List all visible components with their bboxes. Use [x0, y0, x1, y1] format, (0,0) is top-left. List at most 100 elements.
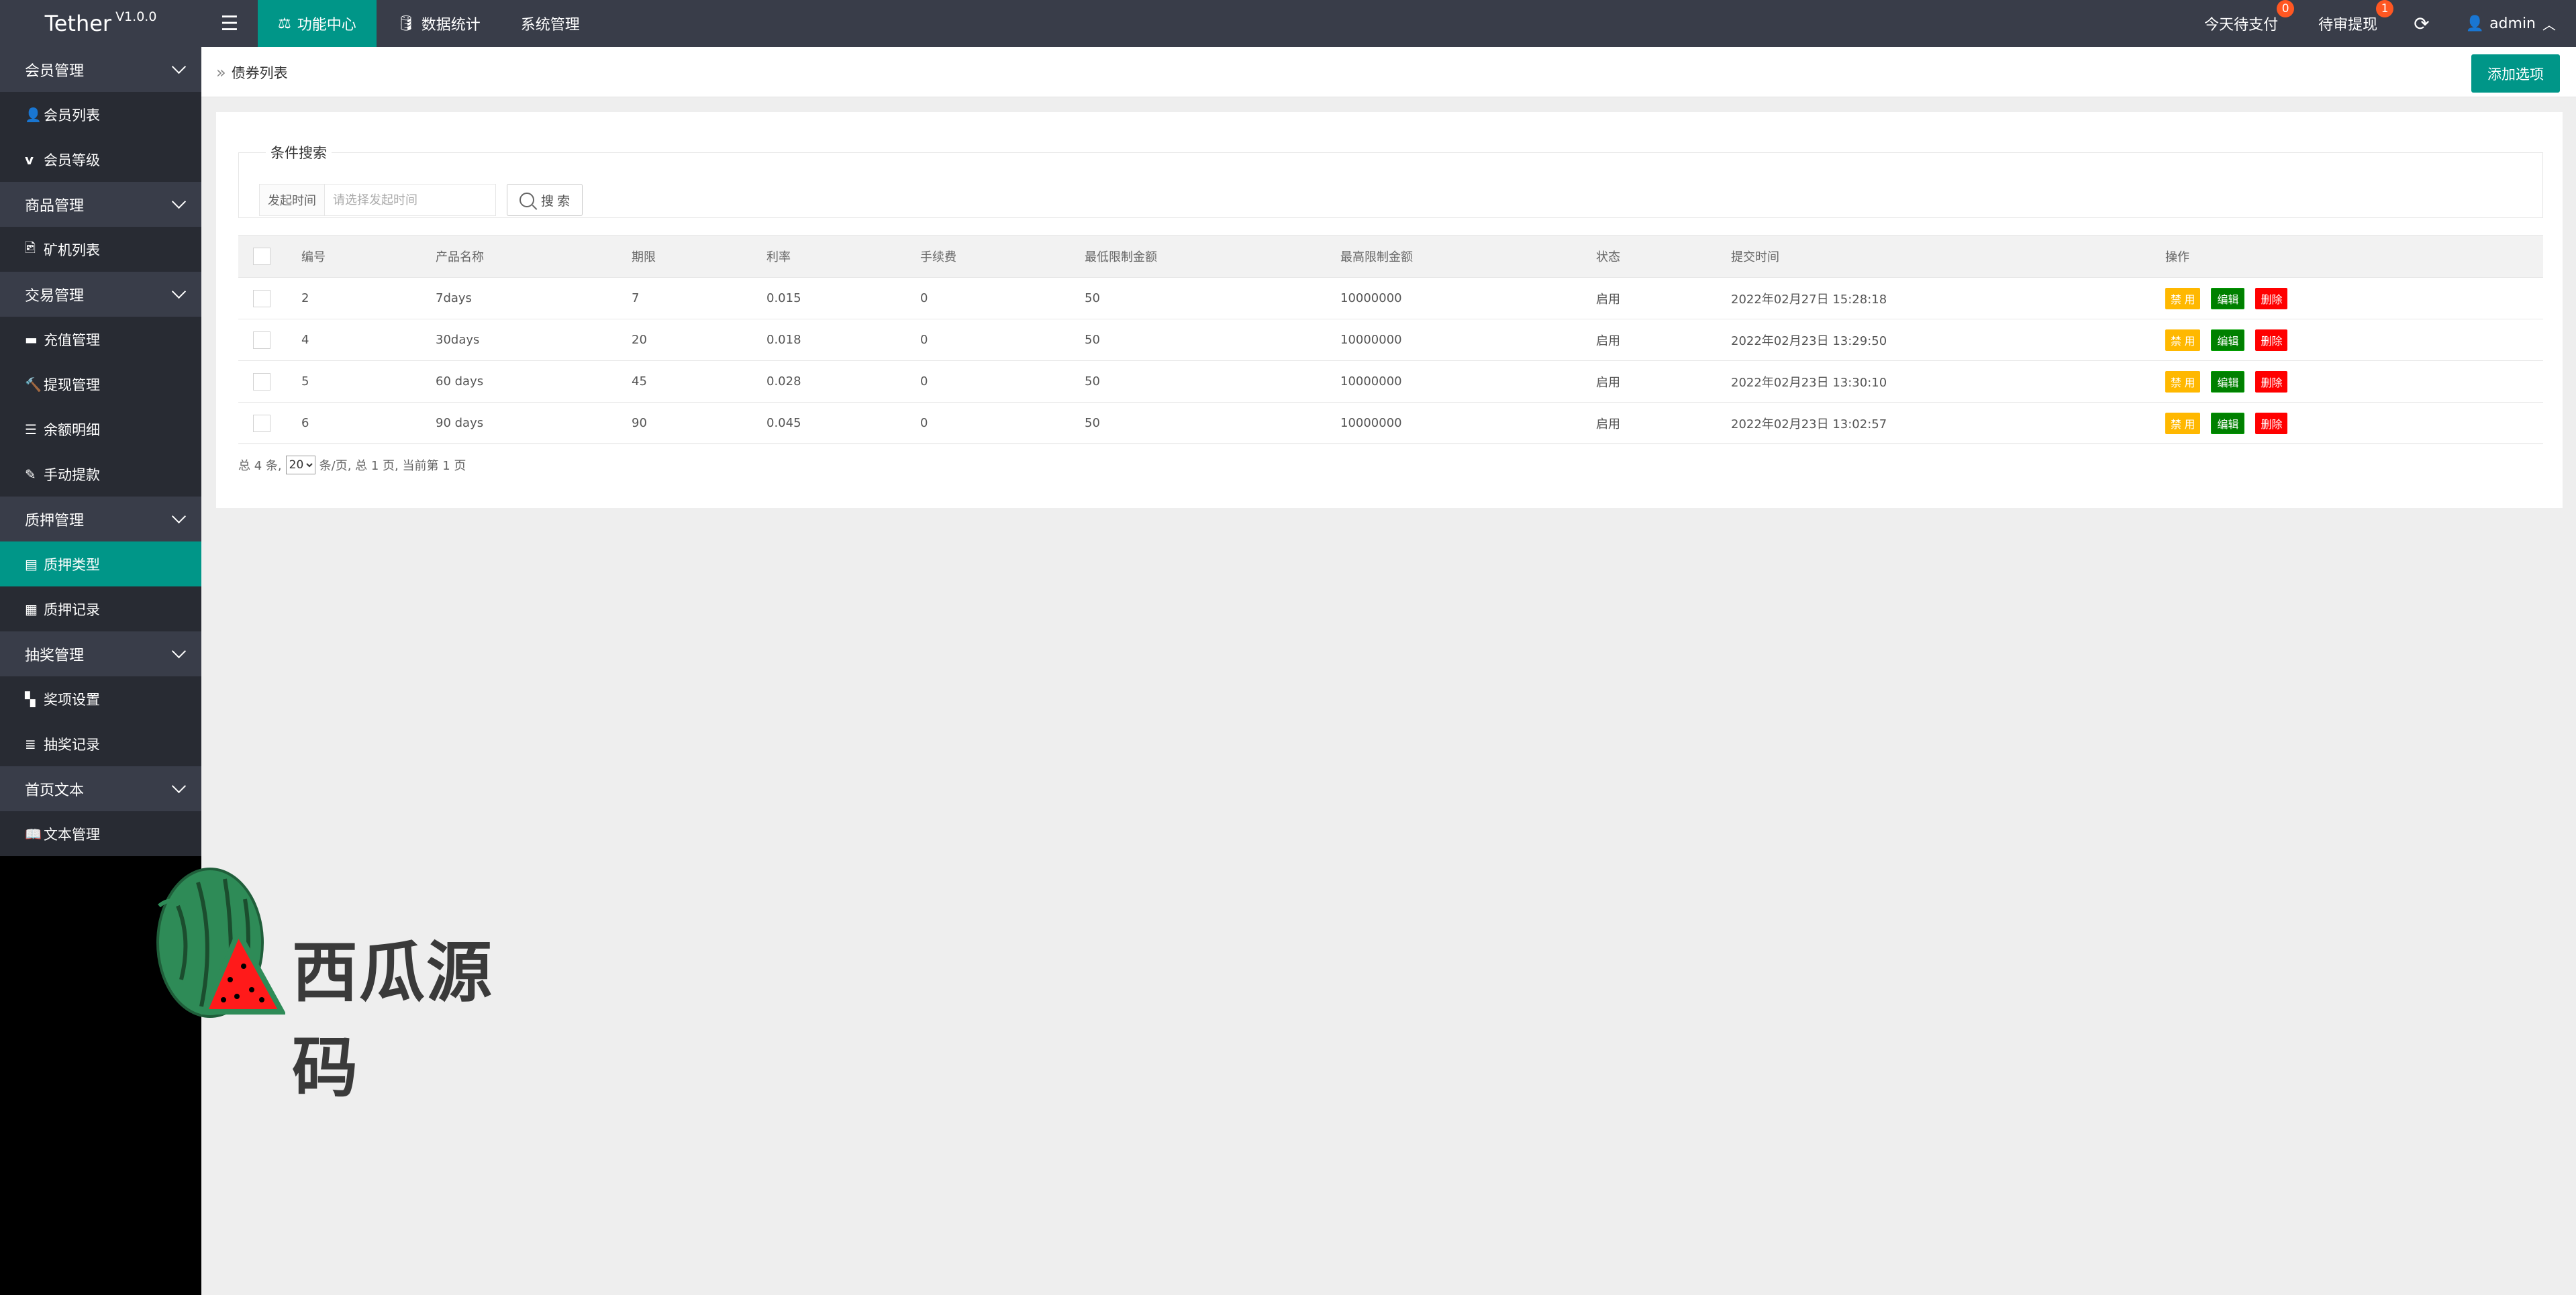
sidebar-item-balance-detail[interactable]: ☰ 余额明细	[0, 407, 201, 452]
cell-id: 5	[301, 360, 436, 403]
add-option-button[interactable]: 添加选项	[2471, 54, 2560, 93]
today-pay-label: 今天待支付	[2204, 17, 2279, 34]
sidebar-item-text-management[interactable]: 📖 文本管理	[0, 811, 201, 856]
cell-rate: 0.045	[766, 402, 920, 444]
edit-button[interactable]: 编辑	[2211, 287, 2245, 309]
start-time-input[interactable]	[325, 184, 496, 216]
col-min-amount: 最低限制金额	[1085, 235, 1340, 278]
book-icon: 📖	[25, 825, 42, 842]
delete-button[interactable]: 删除	[2255, 329, 2288, 351]
database-icon: 🛢	[396, 15, 415, 32]
user-menu[interactable]: 👤 admin ︿	[2446, 0, 2576, 47]
image-edit-icon: 🖻	[25, 239, 36, 256]
delete-button[interactable]: 删除	[2255, 412, 2288, 434]
row-checkbox[interactable]	[253, 372, 270, 391]
today-pending-pay-link[interactable]: 今天待支付 0	[2184, 0, 2298, 47]
row-checkbox[interactable]	[253, 289, 270, 307]
gavel-icon: 🔨	[25, 376, 42, 393]
sidebar-item-lottery-record[interactable]: ≣ 抽奖记录	[0, 721, 201, 766]
app-name: Tether	[44, 11, 112, 36]
cell-fee: 0	[920, 402, 1085, 444]
row-actions: 禁 用 编辑 删除	[2165, 287, 2288, 309]
cell-term: 7	[632, 277, 766, 319]
cell-status: 启用	[1596, 402, 1731, 444]
sidebar-item-withdraw[interactable]: 🔨 提现管理	[0, 362, 201, 407]
sidebar-group-member[interactable]: 会员管理	[0, 47, 201, 92]
nav-label: 数据统计	[421, 17, 481, 34]
vimeo-icon: v	[25, 151, 34, 168]
sidebar-item-member-list[interactable]: 👤 会员列表	[0, 92, 201, 137]
row-actions: 禁 用 编辑 删除	[2165, 370, 2288, 393]
cell-fee: 0	[920, 277, 1085, 319]
delete-button[interactable]: 删除	[2255, 370, 2288, 393]
sidebar-group-home-text[interactable]: 首页文本	[0, 766, 201, 811]
header-right: 今天待支付 0 待审提现 1 ⟳ 👤 admin ︿	[2184, 0, 2576, 47]
align-icon: ≣	[25, 735, 36, 752]
group-label: 交易管理	[25, 287, 85, 305]
cell-max: 10000000	[1340, 277, 1596, 319]
sidebar-group-lottery[interactable]: 抽奖管理	[0, 631, 201, 676]
refresh-icon[interactable]: ⟳	[2397, 0, 2445, 47]
sidebar-item-miner-list[interactable]: 🖻 矿机列表	[0, 227, 201, 272]
breadcrumb-bar: » 债券列表 添加选项	[201, 47, 2576, 97]
cell-status: 启用	[1596, 319, 1731, 361]
disable-button[interactable]: 禁 用	[2165, 287, 2201, 309]
menu-toggle-icon[interactable]: ☰	[201, 0, 258, 47]
start-time-label: 发起时间	[259, 184, 325, 216]
page-size-select[interactable]: 20	[285, 456, 315, 474]
row-checkbox[interactable]	[253, 414, 270, 432]
edit-button[interactable]: 编辑	[2211, 412, 2245, 434]
sidebar-group-pledge[interactable]: 质押管理	[0, 497, 201, 541]
app-logo[interactable]: Tether V1.0.0	[0, 0, 201, 47]
group-label: 商品管理	[25, 197, 85, 215]
col-submit-time: 提交时间	[1731, 235, 2165, 278]
cell-fee: 0	[920, 360, 1085, 403]
pending-withdraw-badge: 1	[2376, 0, 2394, 17]
col-rate: 利率	[766, 235, 920, 278]
table-row: 5 60 days 45 0.028 0 50 10000000 启用 2022…	[238, 360, 2543, 403]
sidebar-item-label: 手动提款	[44, 466, 100, 483]
sidebar-item-pledge-type[interactable]: ▤ 质押类型	[0, 541, 201, 586]
search-legend: 条件搜索	[270, 145, 327, 161]
sidebar-group-goods[interactable]: 商品管理	[0, 182, 201, 227]
page-title: 债券列表	[231, 64, 288, 81]
delete-button[interactable]: 删除	[2255, 287, 2288, 309]
col-term: 期限	[632, 235, 766, 278]
sidebar-item-member-level[interactable]: v 会员等级	[0, 137, 201, 182]
cell-rate: 0.015	[766, 277, 920, 319]
cell-max: 10000000	[1340, 360, 1596, 403]
sidebar-item-recharge[interactable]: ▬ 充值管理	[0, 317, 201, 362]
pending-withdraw-link[interactable]: 待审提现 1	[2298, 0, 2397, 47]
group-label: 抽奖管理	[25, 647, 85, 664]
nav-function-center[interactable]: ⚖ 功能中心	[258, 0, 377, 47]
sidebar-item-label: 会员列表	[44, 107, 100, 123]
sidebar-item-manual-withdraw[interactable]: ✎ 手动提款	[0, 452, 201, 497]
sidebar-group-trade[interactable]: 交易管理	[0, 272, 201, 317]
disable-button[interactable]: 禁 用	[2165, 329, 2201, 351]
chevron-down-icon	[171, 778, 187, 794]
table-icon: ▦	[25, 601, 38, 617]
edit-button[interactable]: 编辑	[2211, 329, 2245, 351]
cell-time: 2022年02月23日 13:02:57	[1731, 402, 2165, 444]
nav-system-management[interactable]: 系统管理	[501, 0, 600, 47]
sidebar-item-label: 矿机列表	[44, 242, 100, 258]
sidebar-item-label: 文本管理	[44, 826, 100, 843]
today-pay-badge: 0	[2277, 0, 2295, 17]
app-version: V1.0.0	[115, 9, 157, 24]
search-button[interactable]: 搜 索	[507, 184, 583, 216]
edit-button[interactable]: 编辑	[2211, 370, 2245, 393]
sidebar-item-label: 抽奖记录	[44, 736, 100, 753]
sidebar-item-pledge-record[interactable]: ▦ 质押记录	[0, 586, 201, 631]
disable-button[interactable]: 禁 用	[2165, 412, 2201, 434]
checkerboard-icon: ▚	[25, 690, 36, 707]
sidebar-item-prize-settings[interactable]: ▚ 奖项设置	[0, 676, 201, 721]
row-checkbox[interactable]	[253, 331, 270, 349]
nav-data-stats[interactable]: 🛢 数据统计	[377, 0, 501, 47]
cell-min: 50	[1085, 402, 1340, 444]
disable-button[interactable]: 禁 用	[2165, 370, 2201, 393]
select-all-checkbox[interactable]	[253, 248, 270, 265]
sidebar-item-label: 质押记录	[44, 601, 100, 618]
top-header: Tether V1.0.0 ☰ ⚖ 功能中心 🛢 数据统计 系统管理 今天待支付 …	[0, 0, 2576, 47]
cell-rate: 0.028	[766, 360, 920, 403]
cell-name: 7days	[436, 277, 632, 319]
